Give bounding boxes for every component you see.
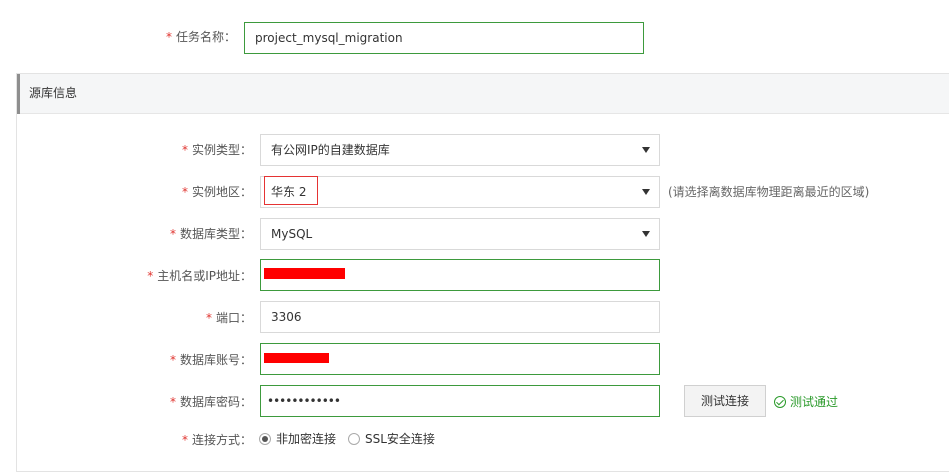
instance-type-select[interactable]: 有公网IP的自建数据库 <box>260 134 660 166</box>
section-header: 源库信息 <box>17 74 949 114</box>
radio-non-encrypted[interactable]: 非加密连接 <box>259 430 336 447</box>
connection-label: * 连接方式： <box>140 431 252 448</box>
instance-region-label-text: 实例地区： <box>191 185 252 199</box>
radio-selected-icon <box>259 432 271 445</box>
db-type-label: * 数据库类型： <box>140 225 252 242</box>
chevron-down-icon <box>639 177 653 207</box>
instance-type-value: 有公网IP的自建数据库 <box>271 143 390 157</box>
test-status-text: 测试通过 <box>790 395 839 409</box>
required-mark: * <box>169 353 176 367</box>
region-highlight-box <box>264 176 318 205</box>
db-type-select[interactable]: MySQL <box>260 218 660 250</box>
radio-ssl[interactable]: SSL安全连接 <box>348 430 435 447</box>
account-label-text: 数据库账号： <box>179 353 252 367</box>
required-mark: * <box>205 311 212 325</box>
db-type-value: MySQL <box>271 227 313 241</box>
host-label-text: 主机名或IP地址： <box>157 269 252 283</box>
connection-label-text: 连接方式： <box>191 433 252 447</box>
region-hint: (请选择离数据库物理距离最近的区域) <box>668 185 870 199</box>
password-label: * 数据库密码： <box>140 393 252 410</box>
chevron-down-icon <box>639 135 653 165</box>
host-label: * 主机名或IP地址： <box>120 267 252 284</box>
required-mark: * <box>165 30 172 44</box>
section-accent-bar <box>17 74 20 114</box>
port-input[interactable]: 3306 <box>260 301 660 333</box>
required-mark: * <box>169 395 176 409</box>
required-mark: * <box>147 269 154 283</box>
check-circle-icon <box>774 395 786 408</box>
db-type-label-text: 数据库类型： <box>179 227 252 241</box>
required-mark: * <box>181 143 188 157</box>
redacted-host <box>264 268 345 279</box>
instance-type-label-text: 实例类型： <box>191 143 252 157</box>
task-name-label: * 任务名称： <box>140 28 236 45</box>
instance-region-label: * 实例地区： <box>140 183 252 200</box>
required-mark: * <box>181 433 188 447</box>
test-status: 测试通过 <box>774 393 838 410</box>
section-title: 源库信息 <box>29 86 78 100</box>
required-mark: * <box>169 227 176 241</box>
required-mark: * <box>181 185 188 199</box>
port-label-text: 端口： <box>215 311 252 325</box>
task-name-input[interactable]: project_mysql_migration <box>244 22 644 54</box>
radio-label: SSL安全连接 <box>365 432 435 446</box>
password-input[interactable]: •••••••••••• <box>260 385 660 417</box>
test-connection-button[interactable]: 测试连接 <box>684 385 766 417</box>
password-label-text: 数据库密码： <box>179 395 252 409</box>
instance-type-label: * 实例类型： <box>140 141 252 158</box>
account-label: * 数据库账号： <box>140 351 252 368</box>
chevron-down-icon <box>639 219 653 249</box>
task-name-label-text: 任务名称： <box>175 30 236 44</box>
radio-label: 非加密连接 <box>276 432 337 446</box>
instance-region-select[interactable]: 华东 2 <box>260 176 660 208</box>
port-label: * 端口： <box>140 309 252 326</box>
redacted-account <box>264 353 329 363</box>
radio-unselected-icon <box>348 432 360 445</box>
